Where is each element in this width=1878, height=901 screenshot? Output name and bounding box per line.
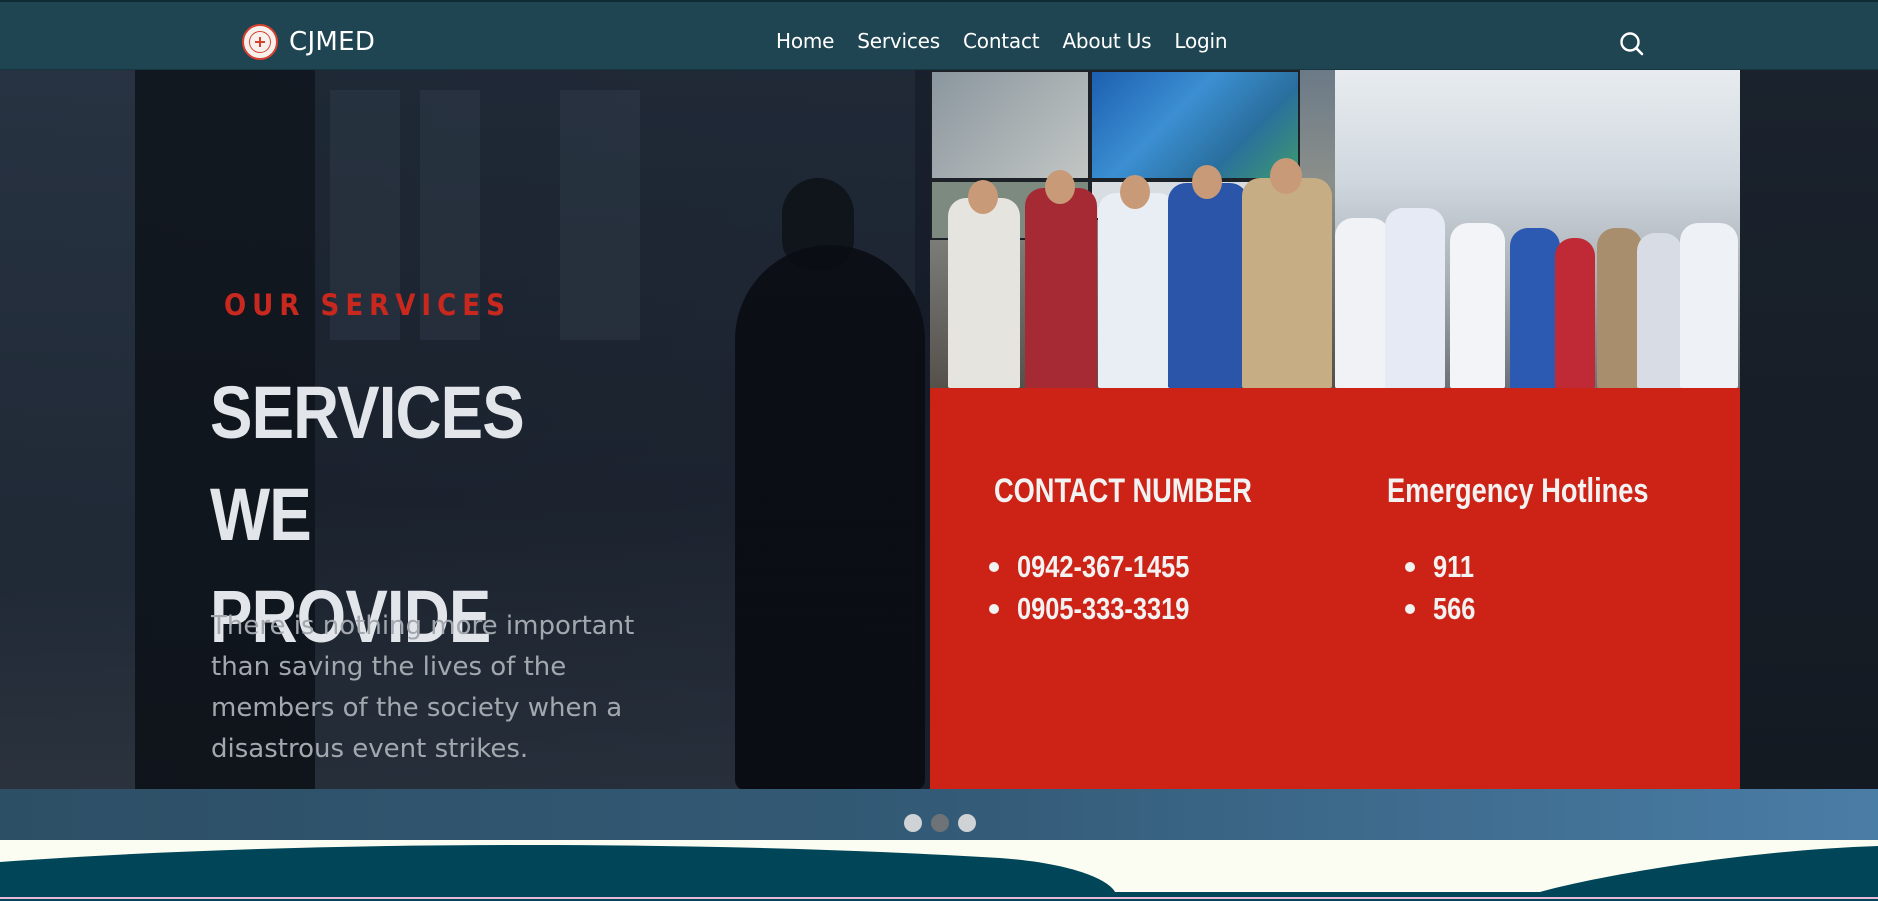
background-image <box>0 70 135 789</box>
slider-controls <box>0 789 1878 840</box>
slider-dots <box>904 814 976 832</box>
brand-name[interactable]: CJMED <box>289 27 375 57</box>
section-eyebrow: OUR SERVICES <box>224 288 511 322</box>
slide-dot-2[interactable] <box>931 814 949 832</box>
nav-link-services[interactable]: Services <box>857 29 940 53</box>
hero-slide: OUR SERVICES SERVICES WE PROVIDE There i… <box>0 70 1878 789</box>
person-head <box>1192 165 1222 199</box>
search-icon[interactable] <box>1618 30 1646 58</box>
slide-dot-3[interactable] <box>958 814 976 832</box>
weather-radar-screen <box>1090 70 1300 180</box>
person-silhouette <box>735 245 925 789</box>
emergency-hotlines-list: 911 566 <box>1405 546 1485 630</box>
slide-dot-1[interactable] <box>904 814 922 832</box>
person <box>1637 233 1682 388</box>
services-panel: CONTACT NUMBER 0942-367-1455 0905-333-33… <box>930 70 1740 789</box>
person-head <box>1120 175 1150 209</box>
nav-link-about-us[interactable]: About Us <box>1062 29 1151 53</box>
hotline-item[interactable]: 911 <box>1405 546 1485 588</box>
contact-number-title: CONTACT NUMBER <box>994 472 1252 510</box>
wave-divider <box>0 840 1878 901</box>
main-nav: Home Services Contact About Us Login <box>776 29 1250 53</box>
person-head <box>1045 170 1075 204</box>
contact-number-item[interactable]: 0942-367-1455 <box>989 546 1227 588</box>
contact-number-item[interactable]: 0905-333-3319 <box>989 588 1227 630</box>
person <box>1025 188 1097 388</box>
contact-number-list: 0942-367-1455 0905-333-3319 <box>989 546 1227 630</box>
person <box>1168 183 1248 388</box>
person <box>948 198 1020 388</box>
cjmed-logo-icon[interactable] <box>242 24 278 60</box>
person <box>1242 178 1332 388</box>
person <box>1385 208 1445 388</box>
monitor-screen <box>930 70 1090 180</box>
person <box>1510 228 1560 388</box>
person-head <box>968 180 998 214</box>
navbar: CJMED Home Services Contact About Us Log… <box>0 0 1878 70</box>
person <box>1680 223 1738 388</box>
person <box>1450 223 1505 388</box>
team-photo-group <box>1335 70 1740 388</box>
person <box>1335 218 1390 388</box>
person <box>1098 193 1176 388</box>
background-image-right <box>1740 70 1878 789</box>
background-window <box>560 90 640 340</box>
person <box>1597 228 1642 388</box>
brand[interactable]: CJMED <box>242 24 375 60</box>
hotline-item[interactable]: 566 <box>1405 588 1485 630</box>
person <box>1555 238 1595 388</box>
hero-description: There is nothing more important than sav… <box>211 611 635 764</box>
nav-link-contact[interactable]: Contact <box>963 29 1040 53</box>
nav-link-home[interactable]: Home <box>776 29 834 53</box>
contact-box: CONTACT NUMBER 0942-367-1455 0905-333-33… <box>930 388 1740 789</box>
emergency-hotlines-title: Emergency Hotlines <box>1387 472 1649 510</box>
nav-link-login[interactable]: Login <box>1174 29 1227 53</box>
person-head <box>1270 158 1302 194</box>
team-photo-command-center <box>930 70 1335 388</box>
